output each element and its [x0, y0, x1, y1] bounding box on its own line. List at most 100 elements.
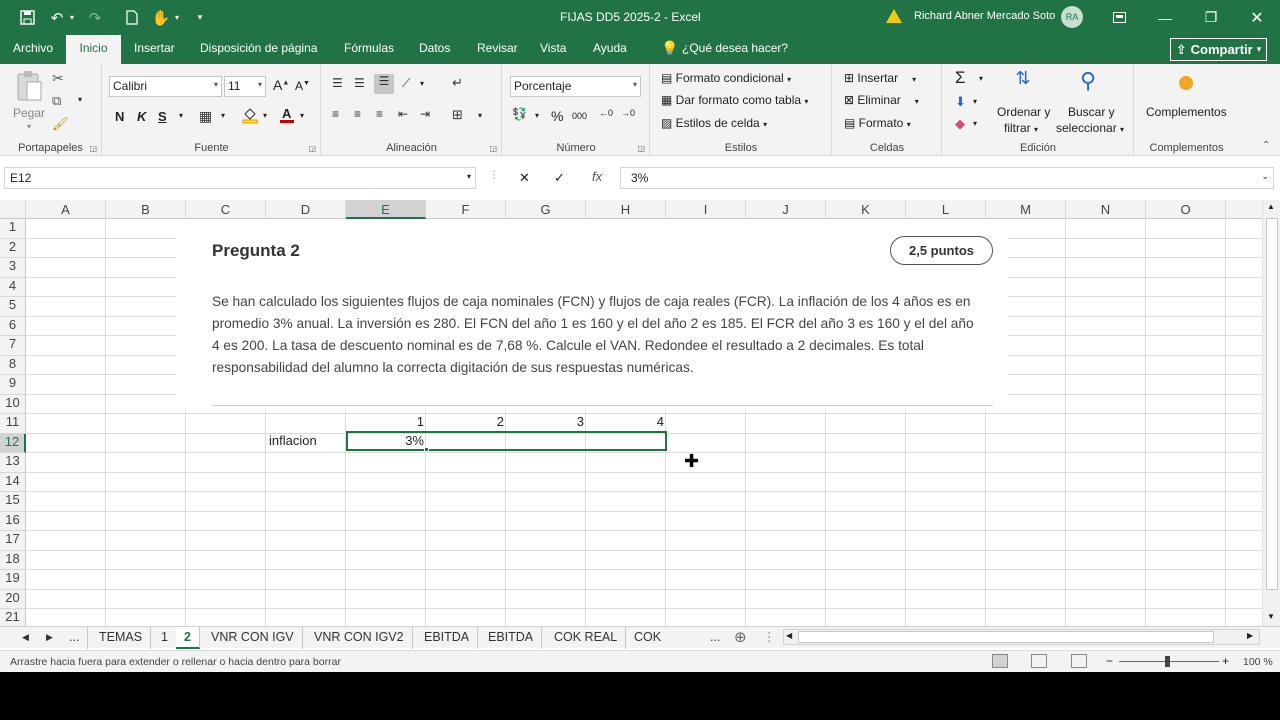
row-header[interactable]: 18	[0, 550, 26, 570]
save-icon[interactable]	[16, 0, 38, 35]
zoom-out-icon[interactable]: −	[1106, 654, 1113, 668]
row-header[interactable]: 6	[0, 316, 26, 336]
cut-icon[interactable]: ✂	[52, 70, 64, 87]
borders-dropdown-icon[interactable]: ▾	[221, 111, 225, 120]
accounting-dropdown-icon[interactable]: ▾	[535, 111, 539, 120]
sheet-tab[interactable]: EBITDA	[416, 627, 479, 649]
cancel-icon[interactable]: ✕	[519, 170, 530, 186]
delete-cells-button[interactable]: ⊠ Eliminar ▾	[844, 93, 919, 107]
formula-bar-grip-icon[interactable]: ⋮	[489, 170, 499, 181]
column-header[interactable]: C	[186, 200, 266, 219]
sheet-tab[interactable]: EBITDA	[480, 627, 543, 649]
vertical-scrollbar[interactable]: ▲ ▼	[1262, 200, 1280, 626]
row-header[interactable]: 5	[0, 297, 26, 317]
format-painter-icon[interactable]: 🖌	[52, 116, 69, 132]
minimize-icon[interactable]: —	[1142, 0, 1188, 35]
scroll-up-icon[interactable]: ▲	[1267, 202, 1275, 211]
align-right-icon[interactable]: ≡	[376, 107, 383, 121]
prev-sheet-icon[interactable]: ◀	[14, 627, 37, 649]
name-box[interactable]: E12 ▾	[4, 167, 476, 189]
horizontal-scroll-thumb[interactable]	[798, 631, 1214, 643]
row-header[interactable]: 17	[0, 531, 26, 551]
tab-ayuda[interactable]: Ayuda	[586, 35, 634, 64]
find-select-icon[interactable]: ⚲	[1073, 68, 1103, 94]
fill-icon[interactable]: ⬇	[955, 94, 966, 110]
row-header[interactable]: 4	[0, 277, 26, 297]
autosum-icon[interactable]: Σ	[955, 68, 966, 88]
increase-indent-icon[interactable]: ⇥	[420, 107, 430, 121]
zoom-level[interactable]: 100 %	[1243, 656, 1273, 668]
paste-dropdown-icon[interactable]: ▾	[27, 122, 31, 131]
copy-dropdown-icon[interactable]: ▾	[78, 95, 82, 104]
tab-inicio[interactable]: Inicio	[66, 35, 121, 64]
clipboard-launcher-icon[interactable]: ◲	[89, 144, 97, 153]
warning-icon[interactable]	[886, 9, 902, 23]
row-header[interactable]: 12	[0, 433, 26, 453]
undo-dropdown-icon[interactable]: ▾	[66, 0, 78, 35]
column-header[interactable]: O	[1146, 200, 1226, 219]
next-sheet-icon[interactable]: ▶	[38, 627, 61, 649]
tab-insertar[interactable]: Insertar	[127, 35, 182, 64]
align-bottom-icon[interactable]: ☰	[374, 74, 394, 94]
row-header[interactable]: 11	[0, 414, 26, 434]
cell-G11[interactable]: 3	[566, 414, 584, 429]
font-name-combo[interactable]: Calibri ▾	[109, 76, 222, 97]
share-button[interactable]: ⇪ Compartir ▾	[1170, 38, 1267, 61]
align-middle-icon[interactable]: ☰	[354, 76, 365, 90]
decrease-font-icon[interactable]: A▼	[295, 79, 310, 93]
row-header[interactable]: 2	[0, 238, 26, 258]
increase-decimal-icon[interactable]: ←0	[599, 108, 613, 118]
percent-style-icon[interactable]: %	[551, 108, 563, 124]
sort-filter-icon[interactable]: ⇅	[1008, 68, 1038, 89]
find-select-label-1[interactable]: Buscar y	[1068, 105, 1115, 119]
collapse-ribbon-icon[interactable]: ⌃	[1262, 140, 1270, 151]
sheet-tab[interactable]: VNR CON IGV2	[306, 627, 413, 649]
new-file-icon[interactable]	[122, 0, 142, 35]
decrease-indent-icon[interactable]: ⇤	[398, 107, 408, 121]
column-header[interactable]: F	[426, 200, 506, 219]
user-name[interactable]: Richard Abner Mercado Soto	[914, 10, 1055, 22]
formula-input[interactable]: 3% ⌄	[620, 167, 1274, 189]
italic-button[interactable]: K	[137, 109, 146, 124]
conditional-format-button[interactable]: ▤ Formato condicional ▾	[661, 71, 791, 85]
fill-color-dropdown-icon[interactable]: ▾	[263, 111, 267, 120]
align-left-icon[interactable]: ≡	[332, 107, 339, 121]
orientation-icon[interactable]: ⟋	[402, 76, 410, 91]
redo-icon[interactable]: ↷	[84, 0, 106, 35]
row-header[interactable]: 15	[0, 492, 26, 512]
wrap-text-icon[interactable]: ↵	[452, 75, 463, 91]
avatar[interactable]: RA	[1061, 6, 1083, 28]
tab-vista[interactable]: Vista	[533, 35, 573, 64]
sheet-tab-active[interactable]: 2	[176, 627, 200, 649]
scroll-right-icon[interactable]: ▶	[1247, 631, 1253, 640]
page-layout-view-icon[interactable]	[1031, 654, 1047, 668]
addins-button[interactable]: Complementos	[1146, 105, 1227, 119]
autosum-dropdown-icon[interactable]: ▾	[979, 74, 983, 83]
row-header[interactable]: 7	[0, 336, 26, 356]
horizontal-scrollbar[interactable]: ◀ ▶	[783, 629, 1260, 645]
fill-dropdown-icon[interactable]: ▾	[973, 97, 977, 106]
column-header[interactable]: D	[266, 200, 346, 219]
column-header[interactable]: M	[986, 200, 1066, 219]
underline-button[interactable]: S	[158, 109, 167, 124]
expand-formula-icon[interactable]: ⌄	[1261, 171, 1269, 182]
insert-cells-button[interactable]: ⊞ Insertar ▾	[844, 71, 916, 85]
number-format-combo[interactable]: Porcentaje ▾	[510, 76, 641, 97]
accounting-format-icon[interactable]: 💱	[512, 107, 527, 121]
row-header[interactable]: 20	[0, 589, 26, 609]
scroll-left-icon[interactable]: ◀	[786, 631, 792, 640]
cell-E11[interactable]: 1	[406, 414, 424, 429]
alignment-launcher-icon[interactable]: ◲	[489, 144, 497, 153]
paste-button[interactable]: Pegar	[13, 106, 45, 120]
tab-archivo[interactable]: Archivo	[6, 35, 60, 64]
copy-icon[interactable]: ⧉	[52, 93, 61, 109]
font-size-combo[interactable]: 11 ▾	[224, 76, 266, 97]
close-icon[interactable]: ✕	[1234, 0, 1280, 35]
fill-handle[interactable]	[424, 447, 429, 452]
underline-dropdown-icon[interactable]: ▾	[179, 111, 183, 120]
increase-font-icon[interactable]: A▲	[273, 77, 289, 93]
font-launcher-icon[interactable]: ◲	[308, 144, 316, 153]
zoom-slider-knob[interactable]	[1165, 656, 1170, 667]
merge-dropdown-icon[interactable]: ▾	[478, 111, 482, 120]
find-select-label-2[interactable]: seleccionar ▾	[1056, 121, 1124, 135]
